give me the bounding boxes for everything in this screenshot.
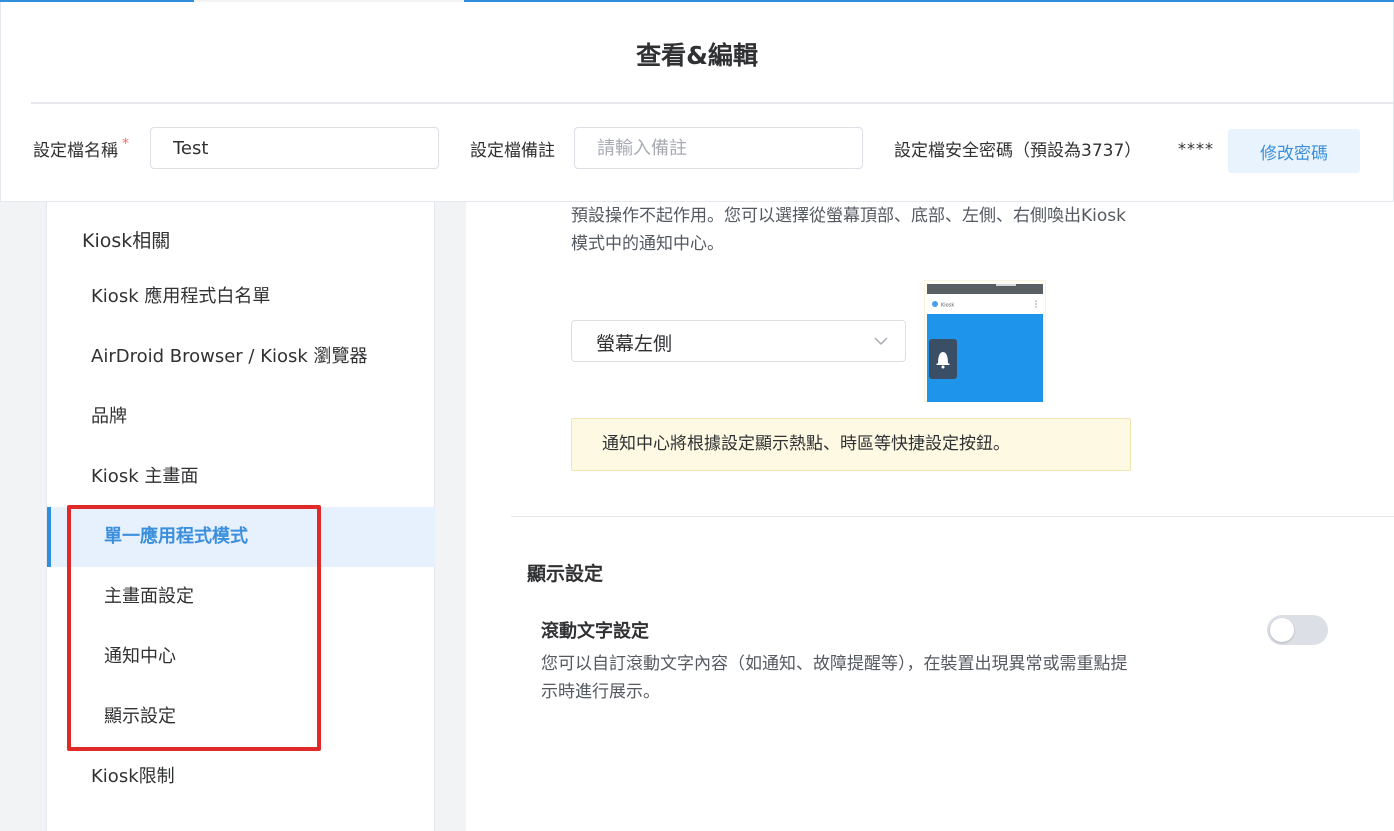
password-mask: ****: [1178, 139, 1214, 158]
sidebar-item-browser[interactable]: AirDroid Browser / Kiosk 瀏覽器: [47, 327, 435, 387]
chevron-down-icon: [874, 337, 888, 346]
sidebar-item-app-whitelist[interactable]: Kiosk 應用程式白名單: [47, 267, 435, 327]
notification-center-notice: 通知中心將根據設定顯示熱點、時區等快捷設定按鈕。: [571, 418, 1131, 471]
scroll-text-title: 滾動文字設定: [541, 621, 649, 642]
sidebar-item-display-settings[interactable]: 顯示設定: [47, 687, 435, 747]
profile-name-label: 設定檔名稱 *: [33, 136, 129, 161]
profile-form-row: 設定檔名稱* 設定檔備註 設定檔安全密碼（預設為3737） **** 修改密碼: [1, 127, 1393, 173]
select-value: 螢幕左側: [596, 333, 673, 355]
sidebar-item-home-settings[interactable]: 主畫面設定: [47, 567, 435, 627]
profile-name-input[interactable]: [150, 127, 439, 169]
notification-center-description: 預設操作不起作用。您可以選擇從螢幕頂部、底部、左側、右側喚出Kiosk模式中的通…: [571, 206, 1126, 254]
preview-app-label: Kiosk: [941, 303, 954, 309]
sidebar-item-branding[interactable]: 品牌: [47, 387, 435, 447]
header-divider: [31, 102, 1393, 104]
profile-password-label: 設定檔安全密碼（預設為3737）: [894, 141, 1142, 161]
notification-position-select[interactable]: 螢幕左側: [571, 320, 906, 362]
profile-remark-input[interactable]: [574, 127, 863, 169]
page-title: 查看&編輯: [636, 41, 758, 70]
toggle-knob: [1270, 618, 1294, 642]
scroll-text-description: 您可以自訂滾動文字內容（如通知、故障提醒等），在裝置出現異常或需重點提示時進行展…: [541, 654, 1128, 702]
settings-sidebar: Kiosk相關 Kiosk 應用程式白名單 AirDroid Browser /…: [46, 202, 435, 831]
section-divider: [511, 516, 1394, 517]
display-settings-heading: 顯示設定: [527, 563, 604, 585]
change-password-button[interactable]: 修改密碼: [1228, 129, 1360, 173]
settings-main-panel: 預設操作不起作用。您可以選擇從螢幕頂部、底部、左側、右側喚出Kiosk模式中的通…: [466, 202, 1394, 831]
sidebar-item-notification-center[interactable]: 通知中心: [47, 627, 435, 687]
scroll-text-toggle[interactable]: [1267, 615, 1328, 645]
sidebar-group-kiosk: Kiosk相關: [82, 230, 171, 252]
sidebar-item-kiosk-restrictions[interactable]: Kiosk限制: [47, 747, 435, 807]
sidebar-item-kiosk-home[interactable]: Kiosk 主畫面: [47, 447, 435, 507]
sidebar-item-single-app-mode[interactable]: 單一應用程式模式: [47, 507, 435, 567]
profile-remark-label: 設定檔備註: [470, 141, 555, 161]
edit-header-panel: 查看&編輯 設定檔名稱* 設定檔備註 設定檔安全密碼（預設為3737） ****…: [0, 2, 1394, 202]
required-mark: *: [122, 136, 129, 152]
notification-preview-image: Kiosk: [924, 280, 1046, 402]
